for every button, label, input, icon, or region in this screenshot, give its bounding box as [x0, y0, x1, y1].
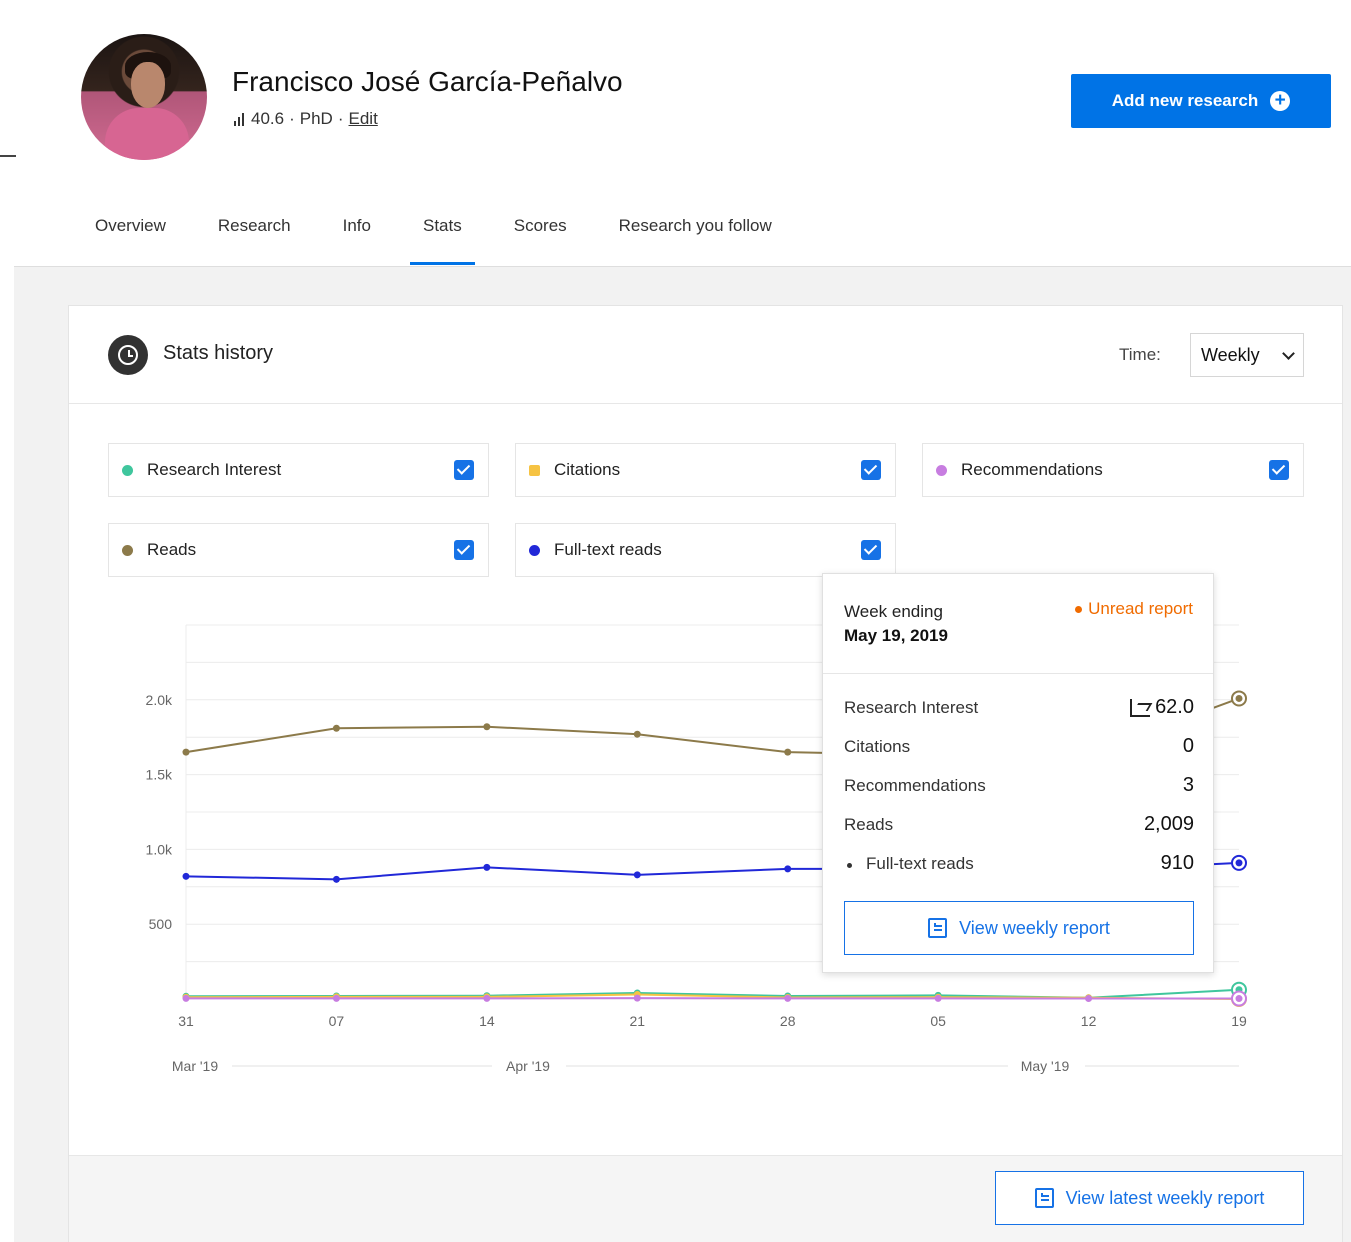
- tooltip-row-label: Reads: [844, 815, 894, 834]
- metric-label: Research Interest: [147, 460, 282, 479]
- tab-stats[interactable]: Stats: [410, 210, 475, 266]
- time-period-value: Weekly: [1201, 344, 1260, 365]
- checkbox-checked-icon[interactable]: [861, 540, 881, 560]
- tab-research[interactable]: Research: [218, 210, 291, 266]
- tab-info[interactable]: Info: [343, 210, 371, 266]
- profile-degree: PhD: [299, 109, 333, 128]
- tooltip-row-recommendations: Recommendations 3: [844, 774, 1194, 806]
- reads-dot: [122, 544, 133, 556]
- tooltip-row-value: 910: [1160, 852, 1194, 874]
- tab-overview[interactable]: Overview: [95, 210, 166, 266]
- tab-scores[interactable]: Scores: [514, 210, 567, 266]
- add-new-research-button[interactable]: Add new research +: [1071, 74, 1331, 128]
- unread-dot-icon: [1075, 605, 1083, 613]
- tooltip-row-value: 62.0: [1155, 696, 1194, 718]
- metric-label: Reads: [147, 540, 197, 559]
- chevron-down-icon: [1282, 346, 1295, 360]
- research-interest-icon: [1130, 698, 1151, 717]
- unread-report-label: Unread report: [1088, 599, 1193, 618]
- research-interest-dot: [122, 464, 133, 476]
- tooltip-row-value: 0: [1182, 735, 1194, 757]
- checkbox-checked-icon[interactable]: [454, 460, 474, 480]
- checkbox-checked-icon[interactable]: [1269, 460, 1289, 480]
- checkbox-checked-icon[interactable]: [454, 540, 474, 560]
- report-icon: [928, 918, 948, 938]
- time-label: Time:: [1119, 345, 1161, 364]
- checkbox-checked-icon[interactable]: [861, 460, 881, 480]
- add-new-research-label: Add new research: [1111, 91, 1259, 110]
- bullet-icon: [847, 863, 852, 868]
- tooltip-row-label: Recommendations: [844, 776, 986, 795]
- metric-research-interest[interactable]: Research Interest: [108, 443, 489, 497]
- tooltip-row-full-text-reads: Full-text reads 910: [844, 852, 1194, 884]
- tooltip-row-label: Citations: [844, 737, 911, 756]
- metric-reads[interactable]: Reads: [108, 523, 489, 577]
- view-weekly-report-button[interactable]: View weekly report: [844, 901, 1194, 955]
- tooltip-row-label: Full-text reads: [866, 854, 974, 873]
- tooltip-week-date: May 19, 2019: [844, 626, 948, 645]
- clock-icon: [108, 335, 148, 375]
- tooltip-row-research-interest: Research Interest 62.0: [844, 696, 1194, 728]
- view-latest-weekly-report-label: View latest weekly report: [1065, 1187, 1265, 1208]
- metric-full-text-reads[interactable]: Full-text reads: [515, 523, 896, 577]
- tooltip-header: Week ending May 19, 2019 Unread report: [823, 574, 1213, 674]
- profile-name: Francisco José García-Peñalvo: [232, 66, 623, 97]
- meta-separator: ·: [337, 109, 344, 128]
- view-weekly-report-label: View weekly report: [959, 917, 1110, 938]
- stats-history-title: Stats history: [163, 342, 274, 364]
- metric-recommendations[interactable]: Recommendations: [922, 443, 1304, 497]
- profile-tabs: Overview Research Info Stats Scores Rese…: [95, 210, 824, 266]
- tooltip-row-citations: Citations 0: [844, 735, 1194, 767]
- metric-label: Full-text reads: [554, 540, 662, 559]
- view-latest-weekly-report-button[interactable]: View latest weekly report: [995, 1171, 1304, 1225]
- profile-header: Francisco José García-Peñalvo 40.6 · PhD…: [0, 0, 1351, 266]
- tooltip-row-reads: Reads 2,009: [844, 813, 1194, 845]
- profile-score: 40.6: [251, 109, 285, 128]
- tooltip-row-value: 2,009: [1143, 813, 1194, 835]
- unread-report-badge: Unread report: [1075, 599, 1193, 619]
- metric-citations[interactable]: Citations: [515, 443, 896, 497]
- time-period-select[interactable]: Weekly: [1190, 333, 1304, 377]
- citations-dot: [529, 464, 540, 476]
- meta-separator: ·: [289, 109, 295, 128]
- metric-label: Citations: [554, 460, 621, 479]
- edit-link[interactable]: Edit: [349, 109, 378, 129]
- tooltip-week-label: Week ending: [844, 602, 943, 621]
- metric-label: Recommendations: [961, 460, 1103, 479]
- tab-research-you-follow[interactable]: Research you follow: [619, 210, 772, 266]
- window-edge-line: [0, 155, 16, 157]
- score-bars-icon: [234, 112, 244, 126]
- tooltip-row-value: 3: [1182, 774, 1194, 796]
- week-tooltip: Week ending May 19, 2019 Unread report R…: [822, 573, 1214, 973]
- profile-meta: 40.6 · PhD · Edit: [234, 109, 378, 129]
- recommendations-dot: [936, 464, 947, 476]
- plus-circle-icon: +: [1270, 91, 1291, 111]
- stats-history-header: Stats history Time: Weekly: [69, 306, 1342, 404]
- report-icon: [1034, 1188, 1054, 1208]
- full-text-reads-dot: [529, 544, 540, 556]
- avatar[interactable]: [81, 34, 207, 160]
- card-footer: View latest weekly report: [69, 1155, 1342, 1242]
- tooltip-row-label: Research Interest: [844, 698, 979, 717]
